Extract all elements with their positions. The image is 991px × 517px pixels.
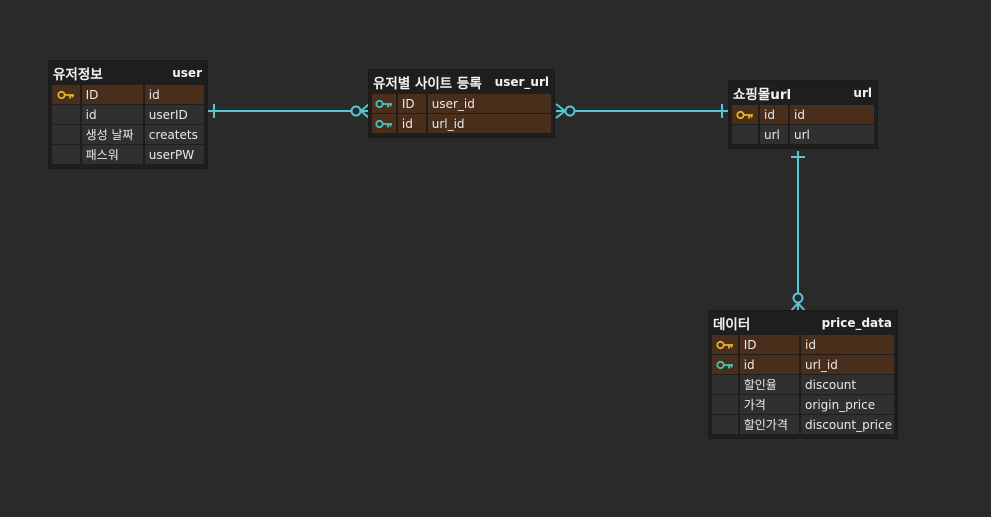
logical-name: 가격: [739, 395, 800, 414]
physical-name: discount: [801, 375, 894, 394]
physical-name: id: [790, 105, 874, 124]
entity-rows: ID user_id id url_id: [372, 94, 551, 133]
primary-key-icon: [712, 335, 738, 354]
logical-name: ID: [81, 85, 143, 104]
physical-name: userPW: [144, 145, 205, 164]
entity-row[interactable]: 생성 날짜 createts: [52, 125, 205, 144]
key-cell: [712, 395, 738, 414]
entity-rows: ID id id url_id 할인율 discount 가격 origin_price 할인가…: [712, 335, 894, 434]
entity-row[interactable]: ID id: [712, 335, 894, 354]
key-cell: [52, 105, 80, 124]
entity-table-name: user: [172, 66, 202, 80]
physical-name: discount_price: [801, 415, 894, 434]
logical-name: 할인가격: [739, 415, 800, 434]
entity-row[interactable]: 가격 origin_price: [712, 395, 894, 414]
entity-user_url[interactable]: 유저별 사이트 등록 user_url ID user_id id url_id: [368, 69, 555, 138]
logical-name: id: [739, 355, 800, 374]
logical-name: id: [760, 105, 788, 124]
logical-name: 생성 날짜: [81, 125, 143, 144]
logical-name: 할인율: [739, 375, 800, 394]
entity-header: 쇼핑몰url url: [732, 81, 874, 105]
entity-header: 유저별 사이트 등록 user_url: [372, 70, 551, 94]
entity-row[interactable]: ID user_id: [372, 94, 551, 113]
entity-title: 데이터: [713, 317, 751, 333]
entity-header: 데이터 price_data: [712, 311, 894, 335]
logical-name: ID: [739, 335, 800, 354]
foreign-key-icon: [712, 355, 738, 374]
key-cell: [52, 125, 80, 144]
logical-name: ID: [397, 94, 426, 113]
entity-table-name: url: [853, 86, 872, 100]
key-cell: [52, 145, 80, 164]
physical-name: id: [144, 85, 205, 104]
entity-row[interactable]: ID id: [52, 85, 205, 104]
foreign-key-icon: [372, 94, 396, 113]
entity-table-name: user_url: [494, 75, 549, 89]
entity-row[interactable]: 할인가격 discount_price: [712, 415, 894, 434]
relationship-url-price_data[interactable]: [790, 151, 806, 312]
entity-title: 쇼핑몰url: [733, 87, 792, 103]
logical-name: id: [81, 105, 143, 124]
entity-row[interactable]: url url: [732, 125, 874, 144]
entity-row[interactable]: id id: [732, 105, 874, 124]
primary-key-icon: [732, 105, 758, 124]
physical-name: url: [790, 125, 874, 144]
physical-name: userID: [144, 105, 205, 124]
entity-rows: ID id id userID 생성 날짜 createts 패스워 userPW: [52, 85, 205, 164]
logical-name: 패스워: [81, 145, 143, 164]
entity-title: 유저별 사이트 등록: [373, 76, 482, 92]
physical-name: id: [801, 335, 894, 354]
entity-row[interactable]: id url_id: [372, 114, 551, 133]
physical-name: url_id: [427, 114, 551, 133]
physical-name: origin_price: [801, 395, 894, 414]
entity-price_data[interactable]: 데이터 price_data ID id id url_id 할인율 discount 가격…: [708, 310, 898, 439]
physical-name: url_id: [801, 355, 894, 374]
entity-url[interactable]: 쇼핑몰url url id id url url: [728, 80, 878, 149]
entity-row[interactable]: 패스워 userPW: [52, 145, 205, 164]
entity-row[interactable]: id userID: [52, 105, 205, 124]
physical-name: createts: [144, 125, 205, 144]
entity-rows: id id url url: [732, 105, 874, 144]
key-cell: [732, 125, 758, 144]
relationship-user-user_url[interactable]: [208, 103, 370, 119]
primary-key-icon: [52, 85, 80, 104]
entity-header: 유저정보 user: [52, 61, 204, 85]
logical-name: id: [397, 114, 426, 133]
relationship-url-user_url[interactable]: [555, 103, 729, 119]
logical-name: url: [760, 125, 788, 144]
entity-title: 유저정보: [53, 67, 103, 83]
physical-name: user_id: [427, 94, 551, 113]
key-cell: [712, 375, 738, 394]
entity-user[interactable]: 유저정보 user ID id id userID 생성 날짜 createts 패스워 us…: [48, 60, 208, 169]
entity-row[interactable]: 할인율 discount: [712, 375, 894, 394]
foreign-key-icon: [372, 114, 396, 133]
entity-table-name: price_data: [821, 316, 892, 330]
erd-canvas: 유저정보 user ID id id userID 생성 날짜 createts 패스워 us…: [0, 0, 991, 517]
entity-row[interactable]: id url_id: [712, 355, 894, 374]
key-cell: [712, 415, 738, 434]
